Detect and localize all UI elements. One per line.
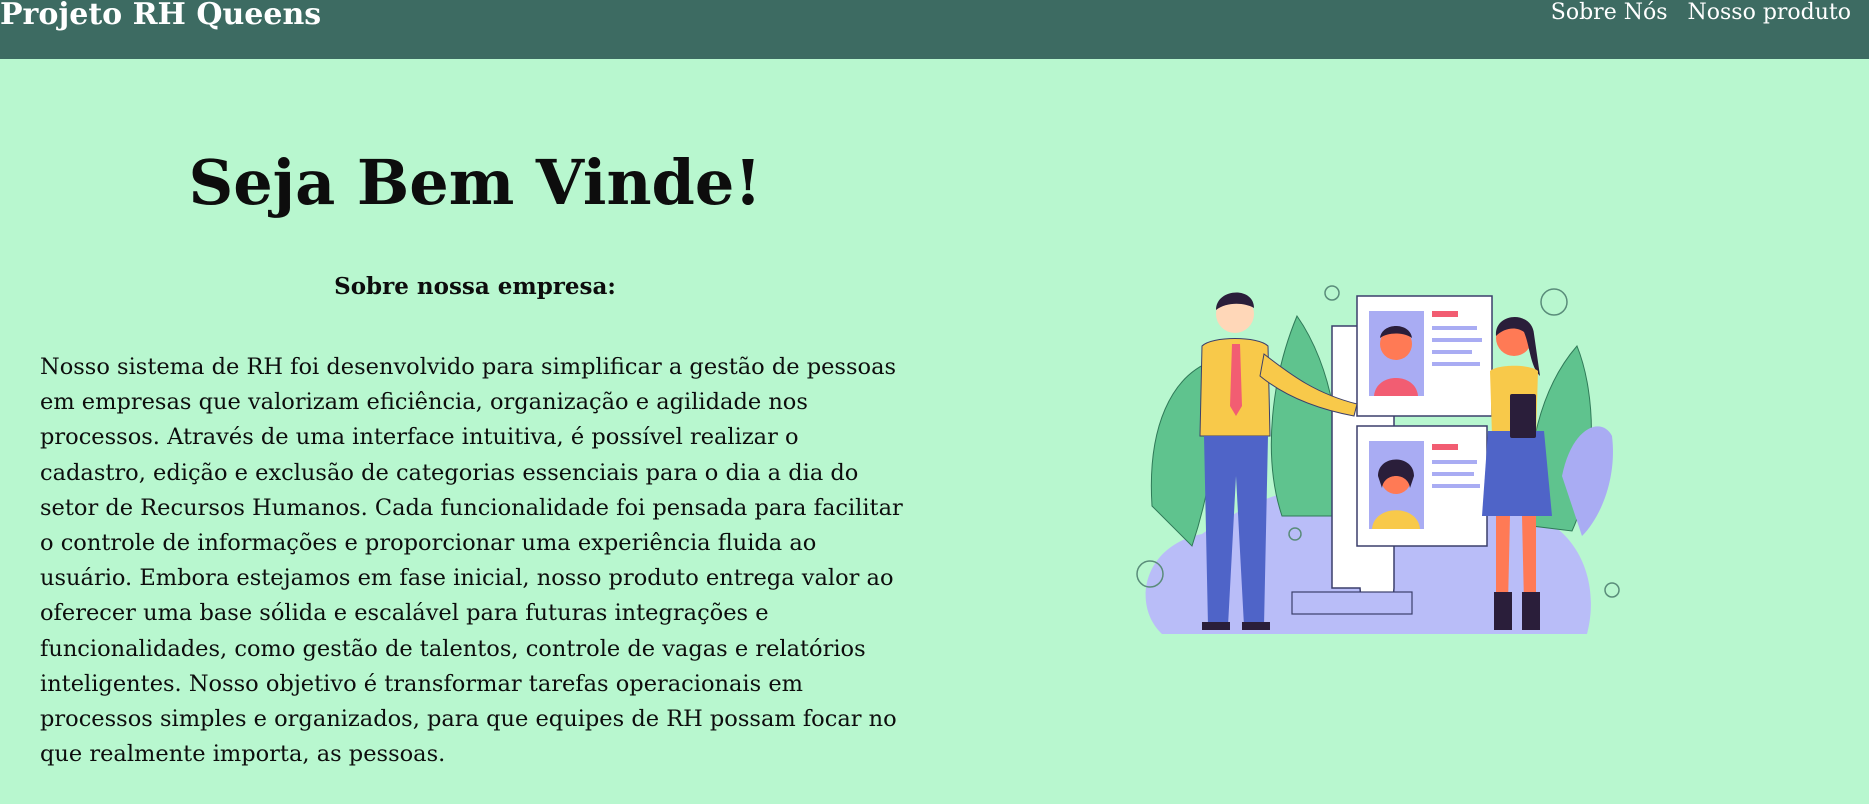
man-tie-shape bbox=[1230, 344, 1242, 416]
woman-leg-shape bbox=[1496, 516, 1510, 604]
nav-link-sobre-nos[interactable]: Sobre Nós bbox=[1551, 0, 1668, 26]
man-shoe-shape bbox=[1202, 622, 1230, 630]
brand-link[interactable]: Projeto RH Queens bbox=[0, 0, 321, 31]
bubble-decoration bbox=[1540, 288, 1568, 316]
text-line-shape bbox=[1432, 326, 1477, 330]
man-shoe-shape bbox=[1242, 622, 1270, 630]
bubble-decoration bbox=[1324, 285, 1340, 301]
text-line-shape bbox=[1432, 472, 1474, 476]
text-line-shape bbox=[1432, 460, 1477, 464]
text-line-shape bbox=[1432, 311, 1458, 317]
text-line-shape bbox=[1432, 338, 1482, 342]
navbar: Projeto RH Queens Sobre Nós Nosso produt… bbox=[0, 0, 1869, 59]
woman-skirt-shape bbox=[1482, 431, 1552, 516]
woman-boot-shape bbox=[1494, 592, 1512, 630]
nav-link-nosso-produto[interactable]: Nosso produto bbox=[1688, 0, 1852, 26]
text-line-shape bbox=[1432, 350, 1472, 354]
text-line-shape bbox=[1432, 362, 1480, 366]
about-heading: Sobre nossa empresa: bbox=[334, 273, 616, 300]
woman-tablet-shape bbox=[1510, 394, 1536, 438]
leaf-mid-shape bbox=[1270, 314, 1339, 517]
nav-links: Sobre Nós Nosso produto bbox=[1551, 0, 1851, 26]
woman-leg-shape bbox=[1522, 516, 1536, 604]
bubble-decoration bbox=[1604, 582, 1620, 598]
text-line-shape bbox=[1432, 484, 1480, 488]
woman-boot-shape bbox=[1522, 592, 1540, 630]
about-paragraph: Nosso sistema de RH foi desenvolvido par… bbox=[40, 354, 903, 768]
page-title: Seja Bem Vinde! bbox=[188, 146, 762, 219]
document-base-shape bbox=[1291, 591, 1413, 615]
hr-recruitment-illustration bbox=[1136, 285, 1620, 634]
text-line-shape bbox=[1432, 444, 1458, 450]
